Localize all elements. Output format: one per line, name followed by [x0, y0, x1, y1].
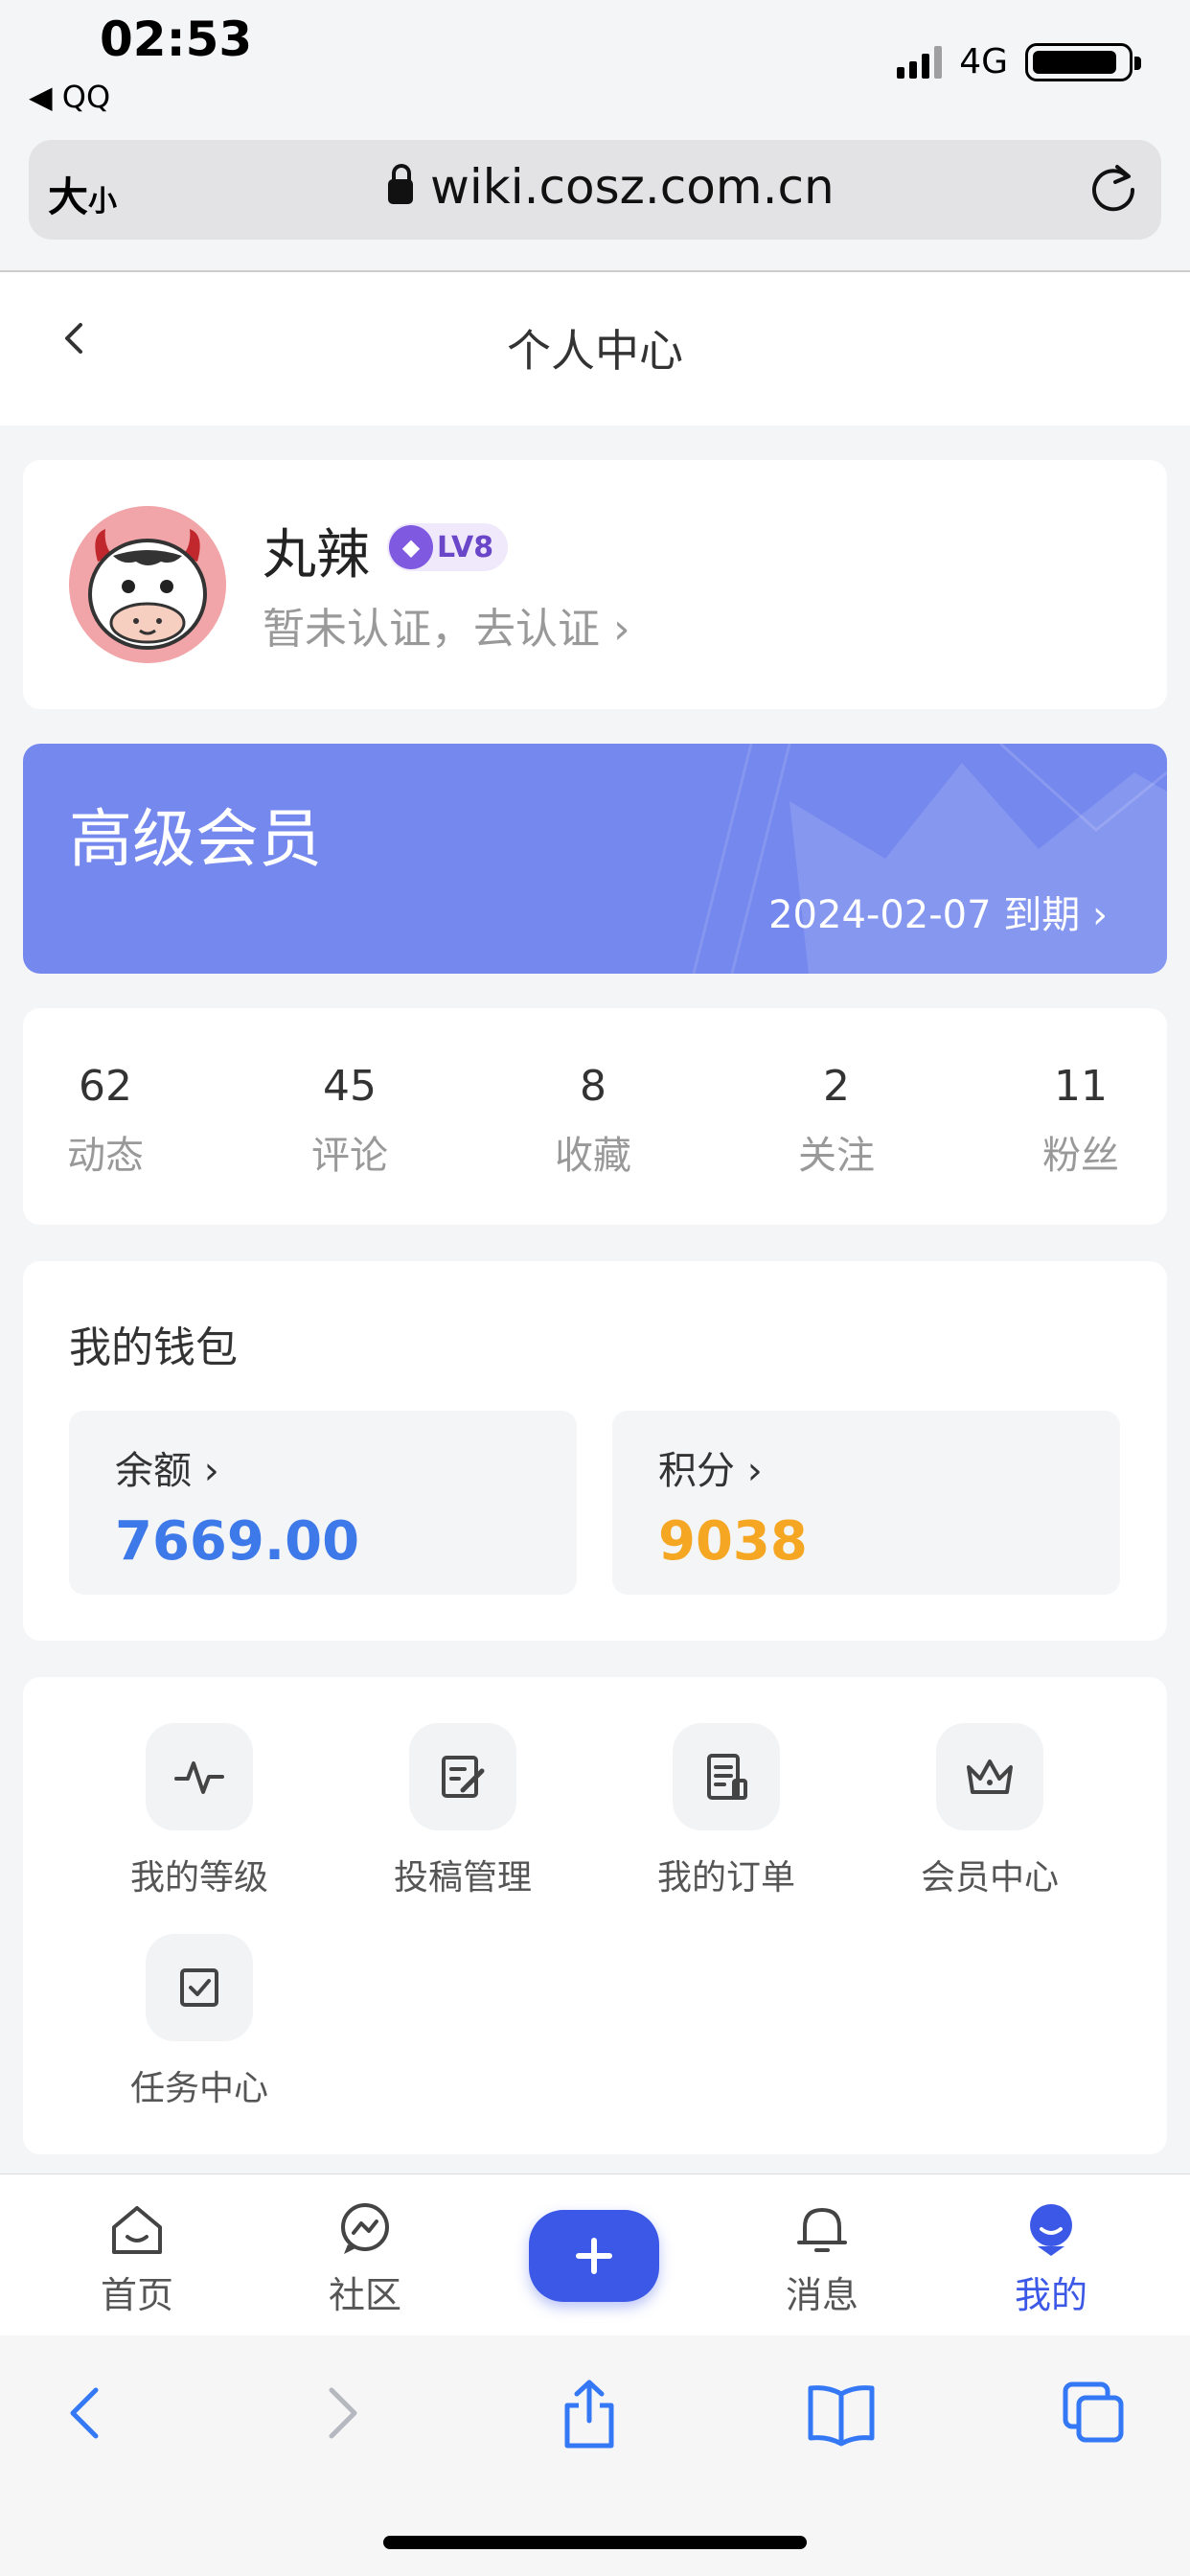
menu-item-tasks[interactable]: 任务中心: [94, 1934, 305, 2110]
back-to-app-link[interactable]: ◀ QQ: [29, 79, 110, 115]
cow-avatar-icon: [69, 506, 226, 663]
share-icon[interactable]: [558, 2377, 621, 2450]
stat-value: 11: [1054, 1062, 1108, 1111]
tab-label: 消息: [785, 2274, 858, 2316]
level-text: LV8: [437, 530, 494, 564]
tab-label: 社区: [328, 2274, 401, 2316]
status-time: 02:53: [100, 12, 253, 67]
chat-icon: [341, 2203, 389, 2254]
tab-community[interactable]: 社区: [288, 2200, 442, 2318]
network-type: 4G: [959, 42, 1008, 81]
text-size-small-label: 小: [88, 185, 118, 218]
stat-value: 45: [323, 1062, 377, 1111]
stat-label: 关注: [798, 1134, 875, 1178]
bell-icon: [797, 2208, 847, 2252]
stat-label: 动态: [67, 1134, 144, 1178]
status-indicators: 4G: [897, 42, 1141, 81]
menu-label: 投稿管理: [393, 1858, 532, 1898]
balance-box[interactable]: 余额 › 7669.00: [69, 1411, 577, 1595]
menu-label: 会员中心: [920, 1858, 1059, 1898]
activity-icon: [146, 1723, 253, 1830]
lock-icon: [388, 164, 413, 204]
tab-home[interactable]: 首页: [60, 2200, 214, 2318]
menu-item-orders[interactable]: 我的订单: [621, 1723, 832, 1899]
menu-item-level[interactable]: 我的等级: [94, 1723, 305, 1899]
tab-mine[interactable]: 我的: [974, 2200, 1128, 2318]
menu-label: 我的等级: [129, 1858, 268, 1898]
menu-label: 我的订单: [656, 1858, 795, 1898]
profile-icon: [1030, 2204, 1072, 2256]
create-post-button[interactable]: [529, 2210, 659, 2302]
verify-link[interactable]: 暂未认证，去认证 ›: [263, 594, 630, 656]
stat-posts[interactable]: 62 动态: [10, 1062, 201, 1180]
url-display[interactable]: wiki.cosz.com.cn: [388, 159, 835, 215]
tabs-icon[interactable]: [1060, 2377, 1129, 2450]
url-text: wiki.cosz.com.cn: [430, 159, 835, 215]
points-label: 积分 ›: [658, 1449, 763, 1493]
plus-icon: [576, 2238, 612, 2274]
signal-icon: [897, 45, 943, 79]
page-title: 个人中心: [507, 325, 683, 377]
level-badge: ◆ LV8: [387, 523, 508, 571]
points-box[interactable]: 积分 › 9038: [612, 1411, 1120, 1595]
stat-label: 评论: [311, 1134, 388, 1178]
home-indicator: [383, 2536, 807, 2549]
points-value: 9038: [658, 1510, 808, 1573]
stat-value: 2: [823, 1062, 850, 1111]
text-size-button[interactable]: 大小: [48, 165, 117, 223]
bookmarks-icon[interactable]: [805, 2377, 878, 2450]
menu-item-submissions[interactable]: 投稿管理: [357, 1723, 568, 1899]
membership-expire[interactable]: 2024-02-07 到期 ›: [768, 884, 1108, 939]
edit-icon: [409, 1723, 516, 1830]
stat-comments[interactable]: 45 评论: [254, 1062, 446, 1180]
balance-label: 余额 ›: [115, 1449, 219, 1493]
menu-item-membership[interactable]: 会员中心: [884, 1723, 1095, 1899]
stat-value: 62: [79, 1062, 132, 1111]
stat-label: 粉丝: [1042, 1134, 1119, 1178]
stat-following[interactable]: 2 关注: [741, 1062, 932, 1180]
home-icon: [112, 2206, 162, 2254]
reload-icon[interactable]: [1088, 161, 1138, 215]
diamond-icon: ◆: [389, 525, 433, 569]
tab-label: 我的: [1014, 2274, 1087, 2316]
battery-icon: [1025, 42, 1141, 81]
text-size-big-label: 大: [48, 173, 89, 220]
tab-label: 首页: [100, 2274, 173, 2316]
membership-title: 高级会员: [69, 802, 322, 876]
browser-back-icon[interactable]: [57, 2377, 115, 2450]
stat-followers[interactable]: 11 粉丝: [985, 1062, 1177, 1180]
checkbox-icon: [146, 1934, 253, 2041]
wallet-title: 我的钱包: [69, 1323, 238, 1372]
user-name: 丸辣: [263, 524, 370, 586]
stat-favorites[interactable]: 8 收藏: [497, 1062, 689, 1180]
balance-value: 7669.00: [115, 1510, 360, 1573]
receipt-icon: [673, 1723, 780, 1830]
stat-label: 收藏: [555, 1134, 631, 1178]
avatar[interactable]: [69, 506, 226, 663]
crown-icon: [936, 1723, 1043, 1830]
stat-value: 8: [580, 1062, 606, 1111]
tab-messages[interactable]: 消息: [745, 2200, 899, 2318]
menu-label: 任务中心: [129, 2069, 268, 2108]
browser-forward-icon[interactable]: [312, 2377, 370, 2450]
